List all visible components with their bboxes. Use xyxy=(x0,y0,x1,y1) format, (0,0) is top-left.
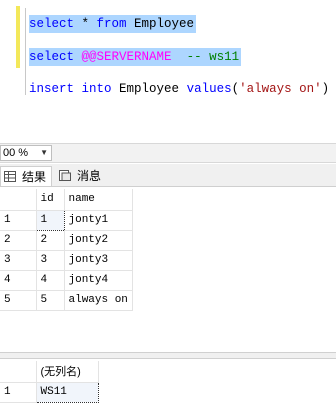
grid-splitter[interactable] xyxy=(0,352,336,359)
code-token: * xyxy=(74,17,97,31)
code-line[interactable]: select * from Employee xyxy=(29,15,197,33)
column-header-name[interactable]: name xyxy=(64,189,133,211)
cell-id[interactable]: 1 xyxy=(35,209,65,231)
row-number[interactable]: 2 xyxy=(0,230,37,251)
cell-id[interactable]: 5 xyxy=(36,290,65,311)
code-token: @@SERVERNAME xyxy=(81,50,172,64)
chevron-down-icon: ▼ xyxy=(40,148,48,157)
row-number-header xyxy=(0,361,37,383)
code-token: 'always on' xyxy=(239,82,322,96)
grid-icon xyxy=(4,171,16,182)
tab-messages[interactable]: 消息 xyxy=(56,166,108,186)
results-tab-strip: 结果 消息 xyxy=(0,164,336,187)
cell-id[interactable]: 3 xyxy=(36,250,65,271)
tab-messages-label: 消息 xyxy=(77,169,102,183)
code-line[interactable]: insert into Employee values('always on') xyxy=(29,80,329,98)
zoom-dropdown[interactable]: 00 % ▼ xyxy=(0,145,52,161)
code-token: into xyxy=(81,82,112,96)
column-header-id[interactable]: id xyxy=(36,189,65,211)
table-row[interactable]: 1 WS11 xyxy=(0,381,99,403)
messages-icon xyxy=(59,170,71,181)
cell-name[interactable]: jonty1 xyxy=(64,210,133,231)
results-grid-servername: (无列名) 1 WS11 xyxy=(0,361,99,403)
table-row[interactable]: 1 1 jonty1 xyxy=(0,209,133,231)
query-editor[interactable]: select * from Employee select @@SERVERNAM… xyxy=(0,0,336,143)
code-token: ) xyxy=(321,82,330,96)
code-token: ( xyxy=(231,82,240,96)
code-token: Employee xyxy=(111,82,187,96)
zoom-bar: 00 % ▼ xyxy=(0,143,336,163)
code-token: -- ws11 xyxy=(186,50,240,64)
row-number[interactable]: 5 xyxy=(0,290,37,311)
code-token: insert xyxy=(29,82,75,96)
cell-name[interactable]: jonty4 xyxy=(64,270,133,291)
row-number[interactable]: 4 xyxy=(0,270,37,291)
code-token: values xyxy=(186,82,232,96)
table-row[interactable]: 2 2 jonty2 xyxy=(0,230,133,251)
row-number-header xyxy=(0,189,37,211)
cell-id[interactable]: 4 xyxy=(36,270,65,291)
table-row[interactable]: 5 5 always on xyxy=(0,290,133,311)
tab-results-label: 结果 xyxy=(22,170,47,184)
code-token: Employee xyxy=(126,17,195,31)
cell-name[interactable]: jonty3 xyxy=(64,250,133,271)
outline-fold-line xyxy=(25,8,26,95)
code-line[interactable]: select @@SERVERNAME -- ws11 xyxy=(29,48,242,66)
cell-name[interactable]: jonty2 xyxy=(64,230,133,251)
cell-id[interactable]: 2 xyxy=(36,230,65,251)
zoom-value: 00 % xyxy=(3,147,29,159)
column-header-no-name[interactable]: (无列名) xyxy=(36,361,99,383)
row-number[interactable]: 3 xyxy=(0,250,37,271)
code-token: from xyxy=(96,17,127,31)
row-number[interactable]: 1 xyxy=(0,382,37,403)
code-token: select xyxy=(29,50,75,64)
cell-name[interactable]: always on xyxy=(64,290,133,311)
cell-servername[interactable]: WS11 xyxy=(35,381,99,403)
table-row[interactable]: 3 3 jonty3 xyxy=(0,250,133,271)
change-indicator-bar xyxy=(16,6,20,68)
row-number[interactable]: 1 xyxy=(0,210,37,231)
table-row[interactable]: 4 4 jonty4 xyxy=(0,270,133,291)
tab-results[interactable]: 结果 xyxy=(0,166,52,186)
results-grid-employee: id name 1 1 jonty1 2 2 jonty2 3 3 jonty3… xyxy=(0,189,133,311)
code-token: select xyxy=(29,17,75,31)
